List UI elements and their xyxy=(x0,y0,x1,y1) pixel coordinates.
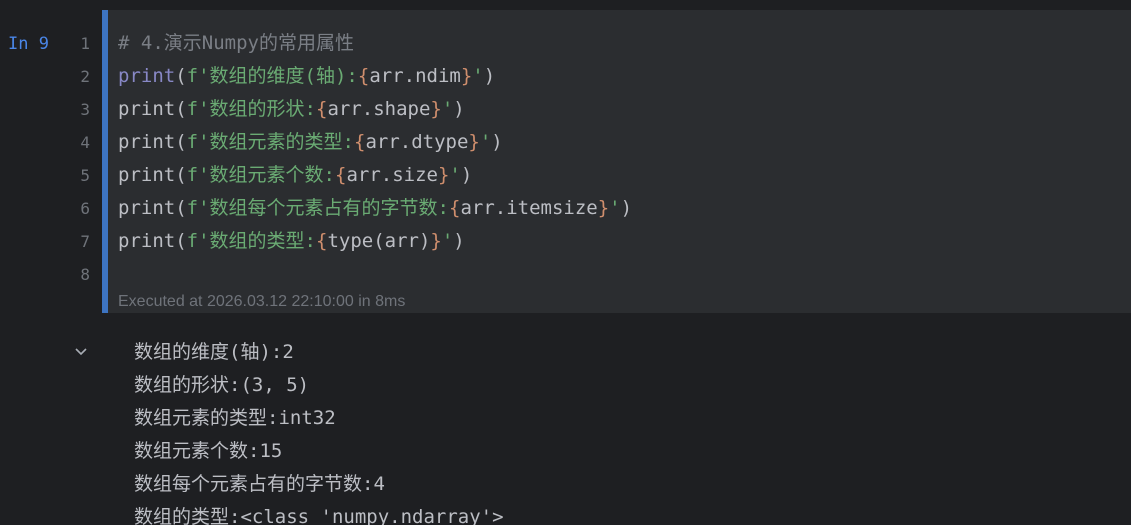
output-line: 数组元素的类型:int32 xyxy=(134,407,336,429)
code-token-builtin: print xyxy=(118,65,176,87)
code-token-string: ' xyxy=(449,164,461,186)
code-token-string: ' xyxy=(472,65,484,87)
cell-selection-bar xyxy=(102,10,108,313)
output-line: 数组元素个数:15 xyxy=(134,440,283,462)
code-token-expr: arr.itemsize xyxy=(460,197,598,219)
line-number: 8 xyxy=(80,265,90,284)
code-token-paren: ) xyxy=(460,164,473,186)
code-token-paren: ( xyxy=(175,131,187,153)
code-token-paren: ) xyxy=(483,65,496,87)
code-token-paren: ( xyxy=(175,98,187,120)
code-token-expr: arr.ndim xyxy=(369,65,461,87)
code-token-expr: print xyxy=(118,230,176,252)
code-token-string: f'数组的类型: xyxy=(186,230,316,252)
line-number: 4 xyxy=(80,133,90,152)
code-token-expr: type(arr) xyxy=(327,230,431,252)
code-token-expr: arr.dtype xyxy=(365,131,469,153)
line-number: 2 xyxy=(80,67,90,86)
code-token-string: ' xyxy=(609,197,621,219)
code-line[interactable]: print(f'数组的形状:{arr.shape}') xyxy=(118,93,465,126)
output-line: 数组的类型:<class 'numpy.ndarray'> xyxy=(134,506,504,525)
code-token-string: ' xyxy=(479,131,492,153)
chevron-down-icon xyxy=(75,348,87,356)
code-token-brace: { xyxy=(315,230,328,252)
code-token-brace: { xyxy=(334,164,347,186)
code-token-brace: { xyxy=(448,197,461,219)
line-number: 7 xyxy=(80,232,90,251)
code-token-paren: ) xyxy=(453,98,465,120)
code-token-brace: } xyxy=(460,65,473,87)
code-token-paren: ( xyxy=(175,164,187,186)
code-token-paren: ) xyxy=(491,131,503,153)
code-token-paren: ( xyxy=(175,230,187,252)
code-token-string: ' xyxy=(441,230,454,252)
line-number: 1 xyxy=(80,34,90,53)
code-token-string: f'数组元素的类型: xyxy=(186,131,354,153)
output-line: 数组的维度(轴):2 xyxy=(134,341,294,363)
code-token-expr: print xyxy=(118,197,176,219)
code-token-string: f'数组的维度(轴): xyxy=(186,65,358,87)
code-token-brace: } xyxy=(430,98,442,120)
cell-prompt: In 9 xyxy=(8,34,49,54)
code-token-comment: # 4.演示Numpy的常用属性 xyxy=(118,32,354,54)
code-line[interactable]: print(f'数组元素的类型:{arr.dtype}') xyxy=(118,126,503,159)
code-token-expr: arr.shape xyxy=(327,98,431,120)
output-line: 数组的形状:(3, 5) xyxy=(134,374,310,396)
code-token-expr: print xyxy=(118,164,176,186)
notebook-view: In 9 12345678 # 4.演示Numpy的常用属性 print(f'数组… xyxy=(0,0,1131,525)
code-line[interactable]: print(f'数组的类型:{type(arr)}') xyxy=(118,225,465,258)
execution-info: Executed at 2026.03.12 22:10:00 in 8ms xyxy=(118,293,406,310)
code-token-brace: } xyxy=(597,197,610,219)
code-line[interactable]: print(f'数组的维度(轴):{arr.ndim}') xyxy=(118,60,495,93)
line-number: 3 xyxy=(80,100,90,119)
code-token-brace: } xyxy=(430,230,442,252)
code-token-expr: print xyxy=(118,131,176,153)
code-line[interactable]: print(f'数组元素个数:{arr.size}') xyxy=(118,159,472,192)
code-token-paren: ( xyxy=(175,197,187,219)
code-line[interactable]: # 4.演示Numpy的常用属性 xyxy=(118,27,354,60)
code-token-string: f'数组的形状: xyxy=(186,98,316,120)
code-token-brace: } xyxy=(468,131,480,153)
line-number: 6 xyxy=(80,199,90,218)
code-token-string: ' xyxy=(441,98,454,120)
code-token-brace: } xyxy=(437,164,450,186)
code-token-brace: { xyxy=(357,65,370,87)
code-token-paren: ( xyxy=(175,65,187,87)
code-token-expr: print xyxy=(118,98,176,120)
code-token-brace: { xyxy=(353,131,366,153)
code-token-brace: { xyxy=(315,98,328,120)
code-token-string: f'数组元素个数: xyxy=(186,164,335,186)
code-token-expr: arr.size xyxy=(346,164,438,186)
code-token-paren: ) xyxy=(453,230,465,252)
code-token-string: f'数组每个元素占有的字节数: xyxy=(186,197,449,219)
line-number: 5 xyxy=(80,166,90,185)
code-line[interactable]: print(f'数组每个元素占有的字节数:{arr.itemsize}') xyxy=(118,192,632,225)
output-line: 数组每个元素占有的字节数:4 xyxy=(134,473,385,495)
output-collapse-toggle[interactable] xyxy=(72,341,90,363)
code-token-paren: ) xyxy=(620,197,633,219)
